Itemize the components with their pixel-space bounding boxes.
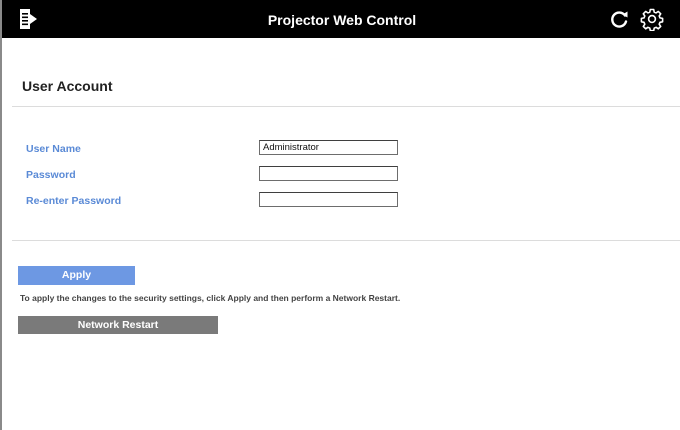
app-title: Projector Web Control — [267, 12, 417, 28]
divider-top — [12, 106, 680, 107]
menu-document-icon[interactable] — [17, 7, 41, 31]
section-title: User Account — [22, 78, 113, 94]
password-label: Password — [26, 169, 76, 181]
apply-instructions: To apply the changes to the security set… — [20, 293, 401, 303]
username-label: User Name — [26, 143, 81, 155]
header-bar: Projector Web Control — [2, 0, 680, 38]
app-window: Projector Web Control User Account User … — [0, 0, 680, 430]
reenter-password-label: Re-enter Password — [26, 195, 122, 207]
refresh-icon[interactable] — [608, 8, 630, 30]
apply-button[interactable]: Apply — [18, 266, 135, 285]
gear-icon[interactable] — [640, 7, 664, 32]
username-input[interactable] — [259, 140, 398, 155]
reenter-password-input[interactable] — [259, 192, 398, 207]
password-input[interactable] — [259, 166, 398, 181]
divider-bottom — [12, 240, 680, 241]
network-restart-button[interactable]: Network Restart — [18, 316, 218, 334]
